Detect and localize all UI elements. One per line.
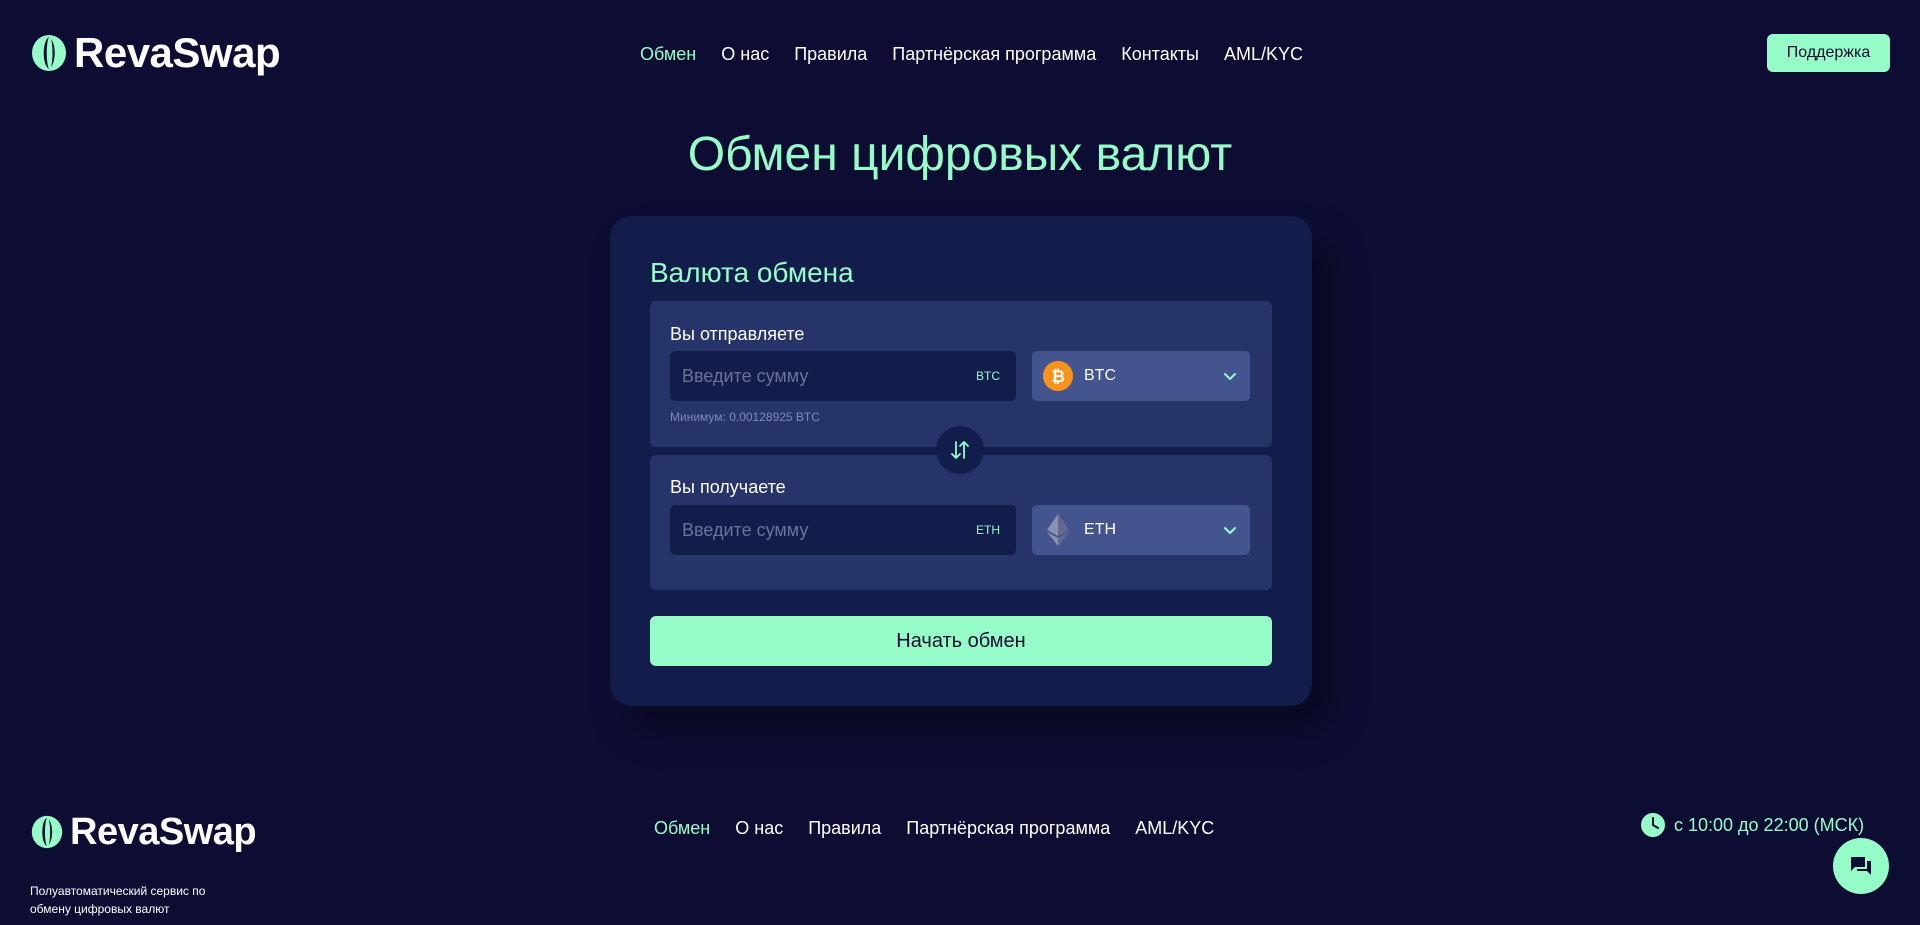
logo[interactable]: RevaSwap	[30, 29, 281, 76]
send-amount-field: BTC	[670, 351, 1016, 401]
receive-coin-name: ETH	[1084, 521, 1116, 538]
exchange-card: Валюта обмена Вы отправляете BTC Минимум…	[610, 216, 1312, 706]
logo-icon	[31, 815, 63, 849]
bitcoin-icon: ₿	[1042, 360, 1074, 392]
nav-link-aml[interactable]: AML/KYC	[1224, 42, 1303, 66]
logo-icon	[32, 35, 66, 71]
swap-currencies-button[interactable]	[936, 426, 984, 474]
footer-logo[interactable]: RevaSwap	[30, 811, 257, 853]
footer-logo-text: RevaSwap	[70, 811, 257, 853]
nav-link-partner[interactable]: Партнёрская программа	[892, 42, 1096, 66]
svg-text:₿: ₿	[1051, 367, 1065, 387]
clock-icon	[1641, 813, 1665, 837]
receive-amount-input[interactable]	[670, 505, 976, 555]
chevron-down-icon	[1224, 527, 1236, 534]
header: RevaSwap Обмен О нас Правила Партнёрская…	[0, 0, 1920, 108]
nav-link-contacts[interactable]: Контакты	[1121, 42, 1199, 66]
chevron-down-icon	[1224, 373, 1236, 380]
nav-link-rules[interactable]: Правила	[794, 42, 867, 66]
footer-description: Полуавтоматический сервис по обмену цифр…	[30, 884, 206, 916]
start-exchange-button[interactable]: Начать обмен	[650, 616, 1272, 666]
receive-amount-unit: ETH	[976, 523, 1000, 537]
swap-arrows-icon	[951, 441, 969, 459]
footer-nav: Обмен О нас Правила Партнёрская программ…	[654, 816, 1239, 840]
send-label: Вы отправляете	[670, 324, 805, 344]
send-amount-input[interactable]	[670, 351, 976, 401]
receive-amount-field: ETH	[670, 505, 1016, 555]
footer-link-partner[interactable]: Партнёрская программа	[906, 816, 1110, 840]
send-coin-select[interactable]: ₿ BTC	[1032, 351, 1250, 401]
main-nav: Обмен О нас Правила Партнёрская программ…	[640, 42, 1328, 66]
footer-link-about[interactable]: О нас	[735, 816, 783, 840]
send-coin-name: BTC	[1084, 367, 1116, 384]
working-hours-text: с 10:00 до 22:00 (МСК)	[1674, 814, 1865, 835]
chat-button[interactable]	[1833, 838, 1889, 894]
working-hours: с 10:00 до 22:00 (МСК)	[1640, 812, 1864, 838]
receive-panel: Вы получаете ETH ETH	[650, 455, 1272, 590]
footer-link-exchange[interactable]: Обмен	[654, 816, 710, 840]
footer-link-aml[interactable]: AML/KYC	[1135, 816, 1214, 840]
logo-text: RevaSwap	[74, 29, 281, 76]
page-title: Обмен цифровых валют	[687, 128, 1233, 181]
ethereum-icon	[1042, 514, 1074, 546]
receive-label: Вы получаете	[670, 477, 786, 497]
support-button[interactable]: Поддержка	[1767, 34, 1890, 72]
min-amount-note: Минимум: 0.00128925 BTC	[670, 410, 820, 424]
nav-link-about[interactable]: О нас	[721, 42, 769, 66]
card-title: Валюта обмена	[650, 257, 854, 288]
receive-coin-select[interactable]: ETH	[1032, 505, 1250, 555]
footer-link-rules[interactable]: Правила	[808, 816, 881, 840]
nav-link-exchange[interactable]: Обмен	[640, 42, 696, 66]
send-amount-unit: BTC	[976, 369, 1000, 383]
chat-icon	[1851, 857, 1871, 875]
